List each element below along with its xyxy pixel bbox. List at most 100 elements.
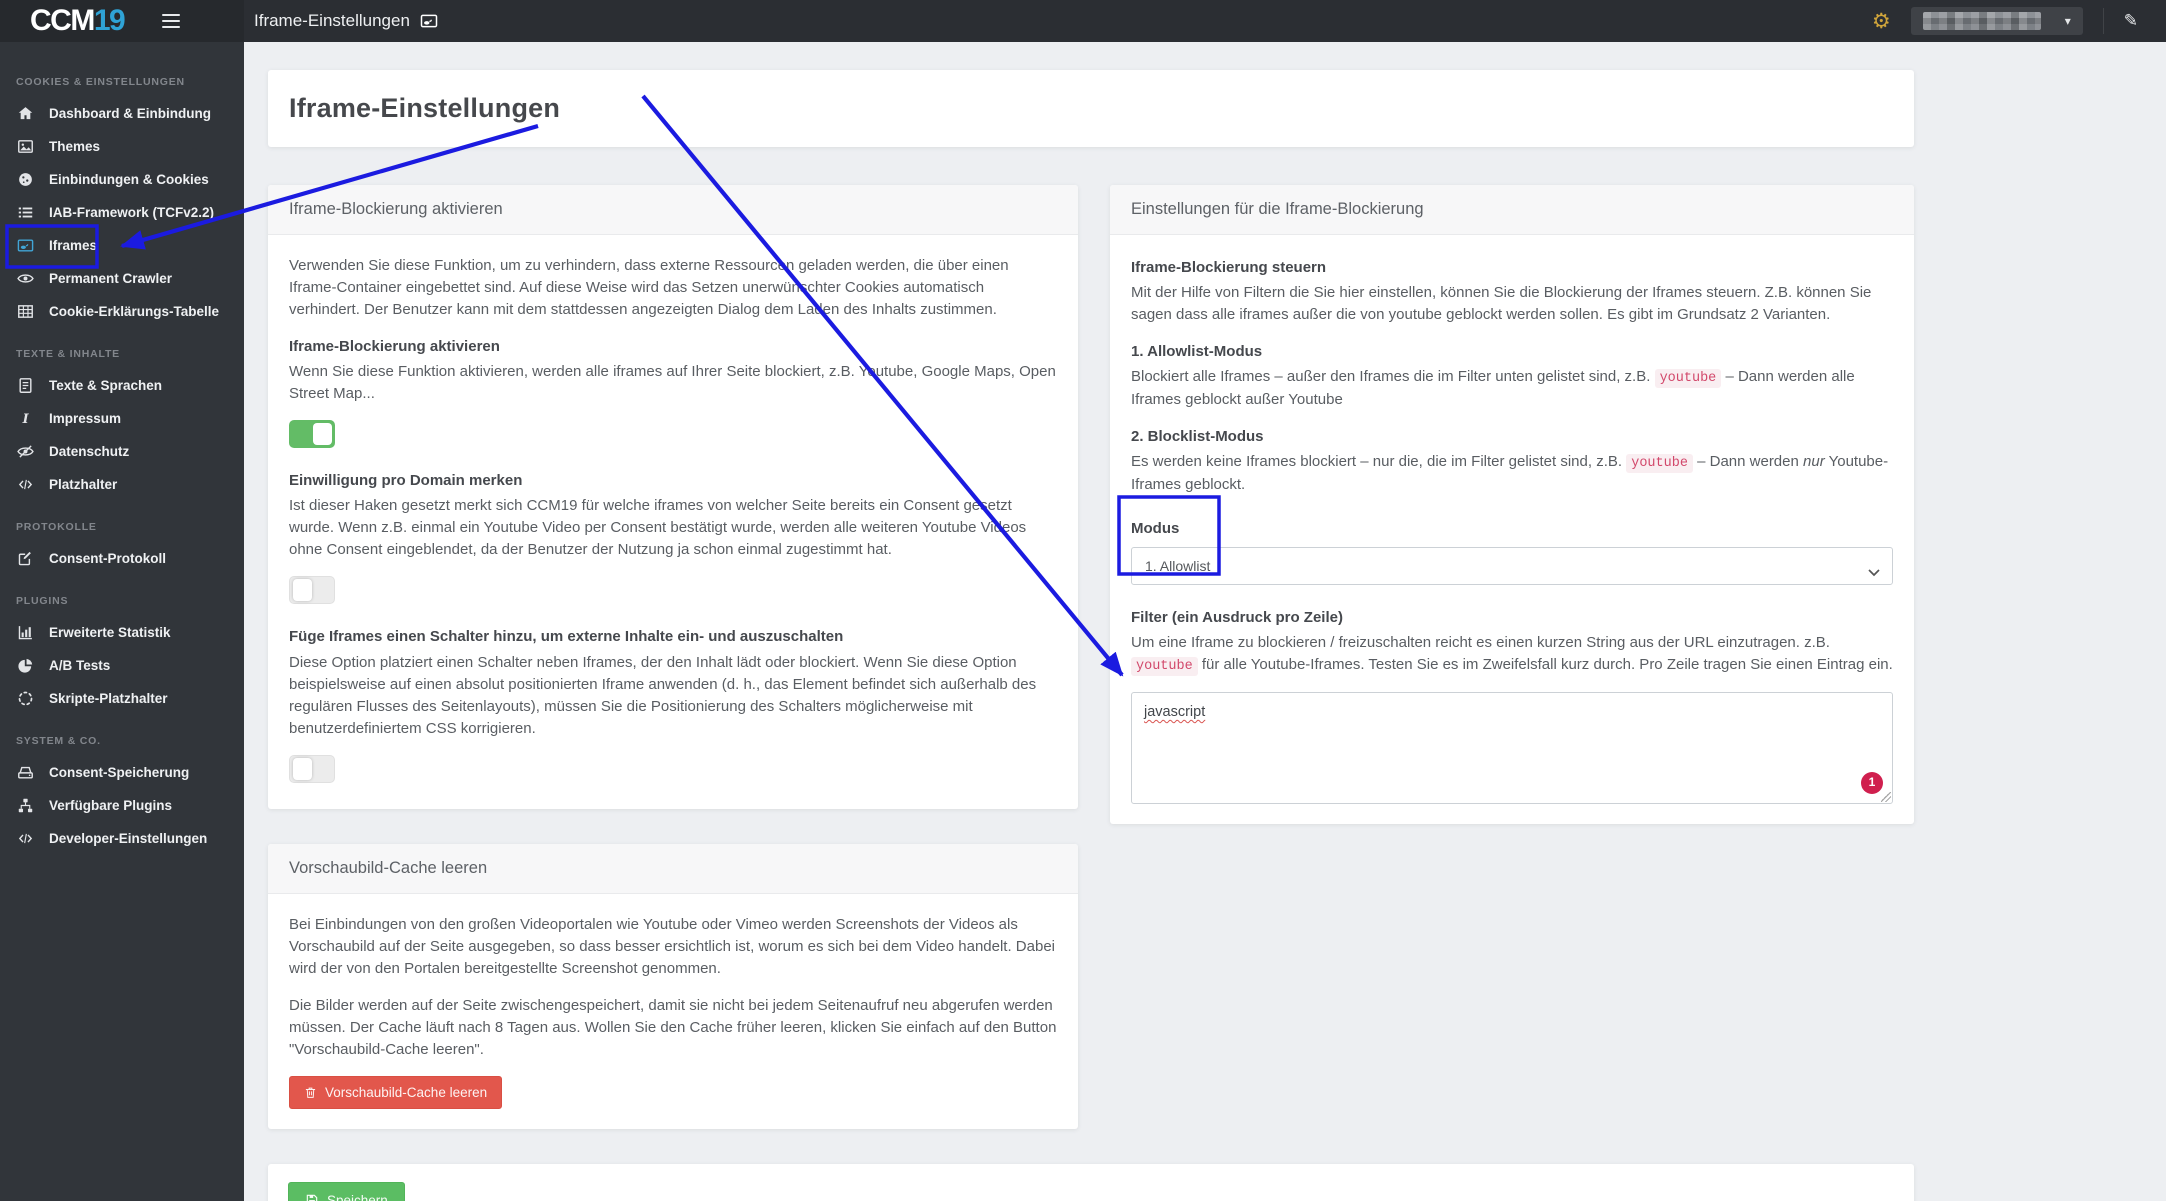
sidebar-item-dashboard[interactable]: Dashboard & Einbindung (0, 97, 244, 130)
sidebar-item-consent-protokoll[interactable]: Consent-Protokoll (0, 542, 244, 575)
blocking-control-desc: Mit der Hilfe von Filtern die Sie hier e… (1131, 284, 1872, 324)
entry-count-badge: 1 (1861, 772, 1883, 794)
save-button[interactable]: Speichern (288, 1182, 405, 1201)
sidebar-item-label: Consent-Speicherung (49, 765, 190, 780)
pie-chart-icon (16, 657, 35, 674)
sidebar-item-verfuegbare-plugins[interactable]: Verfügbare Plugins (0, 789, 244, 822)
logo-text-blue: 19 (93, 4, 126, 37)
gear-icon[interactable]: ⚙ (1872, 11, 1891, 32)
topbar: CCM19 Iframe-Einstellungen ⚙ ▾ ✎ (0, 0, 2166, 42)
sidebar-item-einbindungen-cookies[interactable]: Einbindungen & Cookies (0, 163, 244, 196)
ccm19-logo[interactable]: CCM19 (30, 4, 126, 37)
home-icon (16, 105, 35, 122)
save-button-label: Speichern (327, 1192, 388, 1201)
sidebar-item-label: A/B Tests (49, 658, 111, 673)
toggle-iframe-blocking-label: Iframe-Blockierung aktivieren (289, 338, 500, 356)
toggle-consent-per-domain-label: Einwilligung pro Domain merken (289, 472, 523, 490)
iframe-filter-textarea[interactable]: javascript 1 (1131, 692, 1893, 804)
image-icon (16, 138, 35, 155)
clear-preview-cache-button[interactable]: Vorschaubild-Cache leeren (289, 1075, 503, 1110)
sidebar-item-label: Cookie-Erklärungs-Tabelle (49, 304, 220, 319)
sidebar-item-label: Themes (49, 139, 101, 154)
sidebar-item-consent-speicherung[interactable]: Consent-Speicherung (0, 756, 244, 789)
sidebar-item-label: Verfügbare Plugins (49, 798, 173, 813)
sidebar-item-erweiterte-statistik[interactable]: Erweiterte Statistik (0, 616, 244, 649)
logo-area: CCM19 (0, 0, 244, 42)
hamburger-menu-icon[interactable] (158, 10, 184, 33)
sidebar-item-label: Permanent Crawler (49, 271, 173, 286)
iframe-blocking-toggle[interactable] (289, 420, 335, 449)
sidebar-item-skripte-platzhalter[interactable]: Skripte-Platzhalter (0, 682, 244, 715)
pencil-square-icon (16, 550, 35, 567)
main-content: Iframe-Einstellungen Iframe-Blockierung … (244, 42, 2166, 1201)
save-bar: Speichern (268, 1164, 1914, 1201)
sidebar-section-cookies: COOKIES & EINSTELLUNGEN (16, 76, 185, 88)
blocking-control-label: Iframe-Blockierung steuern (1131, 259, 1327, 276)
code-icon (16, 476, 35, 493)
sidebar-item-ab-tests[interactable]: A/B Tests (0, 649, 244, 682)
sidebar-section-protokolle: PROTOKOLLE (16, 521, 97, 533)
cache-text-2: Die Bilder werden auf der Seite zwischen… (289, 996, 1057, 1058)
sidebar-item-iframes[interactable]: Iframes (0, 229, 244, 262)
cookie-icon (16, 171, 35, 188)
card-header: Vorschaubild-Cache leeren (268, 843, 1078, 894)
filter-desc: Um eine Iframe zu blockieren / freizusch… (1131, 634, 1893, 677)
eye-slash-icon (16, 443, 35, 460)
cache-text-1: Bei Einbindungen von den großen Videopor… (289, 915, 1055, 977)
chevron-down-icon: ▾ (2064, 14, 2071, 28)
iframe-icon (420, 12, 438, 30)
toggle-iframe-switch-label: Füge Iframes einen Schalter hinzu, um ex… (289, 628, 844, 646)
resize-handle[interactable] (1881, 792, 1891, 802)
sidebar-item-label: Consent-Protokoll (49, 551, 166, 566)
filter-value: javascript (1144, 704, 1206, 720)
card-blocking-settings: Einstellungen für die Iframe-Blockierung… (1110, 185, 1914, 824)
iframe-switch-toggle[interactable] (289, 754, 335, 783)
consent-per-domain-toggle[interactable] (289, 576, 335, 605)
iframe-icon (16, 237, 35, 254)
sidebar-item-label: Erweiterte Statistik (49, 625, 171, 640)
blocklist-mode-title: 2. Blocklist-Modus (1131, 428, 1264, 446)
sidebar-item-label: Platzhalter (49, 477, 118, 492)
italic-i-icon: I (16, 410, 35, 427)
code-icon (16, 830, 35, 847)
user-menu[interactable]: ▾ (1910, 7, 2083, 35)
topbar-page-title: Iframe-Einstellungen (254, 11, 438, 31)
sidebar-item-texte-sprachen[interactable]: Texte & Sprachen (0, 369, 244, 402)
sidebar-item-label: Einbindungen & Cookies (49, 172, 209, 187)
pencil-icon[interactable]: ✎ (2124, 11, 2138, 31)
page-title-card: Iframe-Einstellungen (268, 70, 1914, 147)
blocking-intro-text: Verwenden Sie diese Funktion, um zu verh… (289, 257, 1009, 319)
modus-label: Modus (1131, 520, 1180, 538)
toggle-iframe-blocking-desc: Wenn Sie diese Funktion aktivieren, werd… (289, 363, 1056, 403)
sidebar-item-iab-framework[interactable]: IAB-Framework (TCFv2.2) (0, 196, 244, 229)
sidebar-item-permanent-crawler[interactable]: Permanent Crawler (0, 262, 244, 295)
card-header: Iframe-Blockierung aktivieren (268, 185, 1078, 235)
card-preview-cache: Vorschaubild-Cache leeren Bei Einbindung… (268, 843, 1078, 1130)
allowlist-mode-title: 1. Allowlist-Modus (1131, 343, 1263, 361)
sidebar-item-label: Impressum (49, 411, 122, 426)
code-chip: youtube (1626, 454, 1693, 474)
user-name-redacted (1922, 12, 2041, 30)
sidebar-item-label: IAB-Framework (TCFv2.2) (49, 205, 215, 220)
clear-cache-button-label: Vorschaubild-Cache leeren (325, 1084, 488, 1100)
trash-icon (304, 1086, 317, 1099)
sidebar-item-label: Dashboard & Einbindung (49, 106, 211, 121)
card-header: Einstellungen für die Iframe-Blockierung (1110, 185, 1914, 235)
filter-label: Filter (ein Ausdruck pro Zeile) (1131, 609, 1343, 627)
svg-text:I: I (22, 412, 30, 427)
topbar-divider (2102, 8, 2104, 34)
sidebar-item-cookie-erklaerungs-tabelle[interactable]: Cookie-Erklärungs-Tabelle (0, 295, 244, 328)
sidebar-item-platzhalter[interactable]: Platzhalter (0, 468, 244, 501)
sidebar-item-label: Datenschutz (49, 444, 130, 459)
toggle-consent-per-domain-desc: Ist dieser Haken gesetzt merkt sich CCM1… (289, 497, 1027, 559)
table-icon (16, 303, 35, 320)
dashed-circle-icon (16, 690, 35, 707)
modus-select[interactable]: 1. Allowlist (1131, 547, 1893, 586)
code-chip: youtube (1131, 657, 1198, 677)
sidebar-item-impressum[interactable]: I Impressum (0, 402, 244, 435)
sidebar-item-themes[interactable]: Themes (0, 130, 244, 163)
save-floppy-icon (305, 1193, 319, 1201)
sidebar-item-developer-einstellungen[interactable]: Developer-Einstellungen (0, 822, 244, 855)
storage-icon (16, 764, 35, 781)
sidebar-item-datenschutz[interactable]: Datenschutz (0, 435, 244, 468)
